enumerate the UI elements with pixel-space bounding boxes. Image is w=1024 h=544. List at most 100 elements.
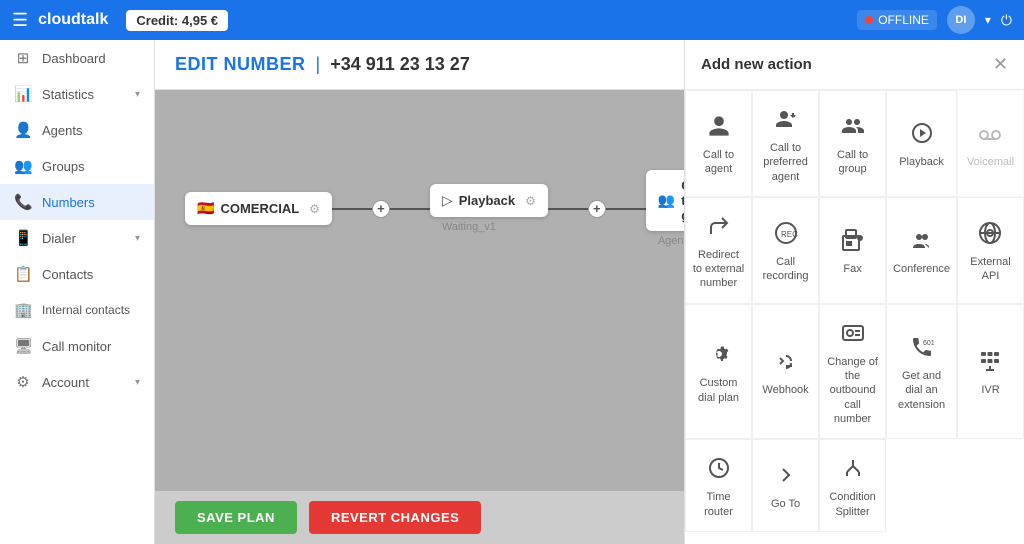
flow-node-playback[interactable]: ▷ Playback ⚙ [430, 184, 548, 217]
fax-icon [837, 224, 869, 256]
action-fax[interactable]: Fax [819, 197, 886, 304]
status-label: OFFLINE [878, 13, 929, 27]
line-2b [606, 208, 646, 210]
api-icon [974, 217, 1006, 249]
action-call-to-agent[interactable]: Call to agent [685, 90, 752, 197]
call-monitor-icon: 🖥 [14, 337, 32, 355]
topbar-right: OFFLINE DI ▾ ⏻ [857, 6, 1012, 34]
action-custom-dial-plan[interactable]: Custom dial plan [685, 304, 752, 439]
revert-changes-button[interactable]: REVERT CHANGES [309, 501, 481, 534]
flow-canvas: 🇪🇸 COMERCIAL ⚙ + ▷ Playback ⚙ [155, 90, 684, 491]
panel-header: Add new action ✕ [685, 40, 1024, 90]
close-icon[interactable]: ✕ [993, 54, 1008, 75]
save-plan-button[interactable]: SAVE PLAN [175, 501, 297, 534]
flow-node-comercial[interactable]: 🇪🇸 COMERCIAL ⚙ [185, 192, 332, 225]
contacts-icon: 📋 [14, 265, 32, 283]
hamburger-icon[interactable]: ☰ [12, 10, 28, 31]
action-webhook[interactable]: Webhook [752, 304, 819, 439]
phone-ext-icon: 601 [906, 331, 938, 363]
sidebar-label-dashboard: Dashboard [42, 51, 106, 66]
action-ivr[interactable]: IVR [957, 304, 1024, 439]
gear-icon-playback[interactable]: ⚙ [525, 194, 536, 208]
flag-icon: 🇪🇸 [197, 200, 214, 217]
action-panel: Add new action ✕ Call to agent Call to p… [684, 40, 1024, 544]
flow-node-call-to-group[interactable]: 👥 Call to group [646, 170, 684, 231]
voicemail-label: Voicemail [967, 155, 1014, 169]
sidebar-item-dashboard[interactable]: ⊞ Dashboard [0, 40, 154, 76]
action-call-recording[interactable]: REC Call recording [752, 197, 819, 304]
fax-label: Fax [843, 262, 861, 276]
action-go-to[interactable]: Go To [752, 439, 819, 532]
sidebar-label-account: Account [42, 375, 89, 390]
page-header: EDIT NUMBER | +34 911 23 13 27 [155, 40, 684, 90]
voicemail-icon [974, 117, 1006, 149]
agents-icon: 👤 [14, 121, 32, 139]
playback-label: Playback [459, 193, 515, 208]
sidebar: ⊞ Dashboard 📊 Statistics ▾ 👤 Agents 👥 Gr… [0, 40, 155, 544]
chevron-down-icon-2: ▾ [135, 233, 140, 244]
condition-splitter-label: Condition Splitter [826, 490, 879, 519]
play-icon: ▷ [442, 192, 453, 209]
contact-card-icon [837, 317, 869, 349]
person-icon [703, 110, 735, 142]
action-playback[interactable]: Playback [886, 90, 957, 197]
status-dot [865, 16, 873, 24]
action-redirect-to-external[interactable]: Redirect to external number [685, 197, 752, 304]
sidebar-item-internal-contacts[interactable]: 🏢 Internal contacts [0, 292, 154, 328]
topbar: ☰ cloudtalk Credit: 4,95 € OFFLINE DI ▾ … [0, 0, 1024, 40]
webhook-label: Webhook [762, 383, 808, 397]
people-icon [837, 110, 869, 142]
go-to-label: Go To [771, 497, 800, 511]
action-change-outbound[interactable]: Change of the outbound call number [819, 304, 886, 439]
numbers-icon: 📞 [14, 193, 32, 211]
gear-icon-action [703, 338, 735, 370]
call-to-agent-label: Call to agent [692, 148, 745, 177]
flow-nodes: 🇪🇸 COMERCIAL ⚙ + ▷ Playback ⚙ [155, 90, 684, 327]
sidebar-item-statistics[interactable]: 📊 Statistics ▾ [0, 76, 154, 112]
dropdown-chevron-icon[interactable]: ▾ [985, 13, 991, 27]
title-divider: | [316, 54, 321, 75]
redirect-external-label: Redirect to external number [692, 248, 745, 291]
external-api-label: External API [964, 255, 1017, 284]
sidebar-item-groups[interactable]: 👥 Groups [0, 148, 154, 184]
sidebar-item-contacts[interactable]: 📋 Contacts [0, 256, 154, 292]
internal-contacts-icon: 🏢 [14, 301, 32, 319]
action-call-to-preferred-agent[interactable]: Call to preferred agent [752, 90, 819, 197]
action-external-api[interactable]: External API [957, 197, 1024, 304]
line-2 [548, 208, 588, 210]
status-badge: OFFLINE [857, 10, 937, 30]
sidebar-item-call-monitor[interactable]: 🖥 Call monitor [0, 328, 154, 364]
webhook-icon [770, 345, 802, 377]
change-outbound-label: Change of the outbound call number [826, 355, 879, 426]
gear-icon-comercial[interactable]: ⚙ [309, 202, 320, 216]
panel-title: Add new action [701, 56, 812, 73]
action-get-and-dial[interactable]: 601 Get and dial an extension [886, 304, 957, 439]
flow-node-call-to-group-wrapper: 👥 Call to group Agents [646, 170, 684, 247]
action-time-router[interactable]: Time router [685, 439, 752, 532]
main-layout: ⊞ Dashboard 📊 Statistics ▾ 👤 Agents 👥 Gr… [0, 40, 1024, 544]
conference-label: Conference [893, 262, 950, 276]
custom-dial-plan-label: Custom dial plan [692, 376, 745, 405]
sidebar-item-agents[interactable]: 👤 Agents [0, 112, 154, 148]
conference-icon [906, 224, 938, 256]
split-icon [837, 452, 869, 484]
credit-badge: Credit: 4,95 € [126, 10, 228, 31]
sidebar-item-dialer[interactable]: 📱 Dialer ▾ [0, 220, 154, 256]
sidebar-label-call-monitor: Call monitor [42, 339, 111, 354]
sidebar-item-account[interactable]: ⚙ Account ▾ [0, 364, 154, 400]
clock-icon [703, 452, 735, 484]
line-1 [332, 208, 372, 210]
sidebar-item-numbers[interactable]: 📞 Numbers [0, 184, 154, 220]
power-icon[interactable]: ⏻ [1001, 12, 1012, 29]
add-action-btn-2[interactable]: + [588, 200, 606, 218]
svg-text:601: 601 [923, 340, 934, 347]
action-voicemail: Voicemail [957, 90, 1024, 197]
action-call-to-group[interactable]: Call to group [819, 90, 886, 197]
comercial-label: COMERCIAL [220, 201, 299, 216]
sidebar-label-contacts: Contacts [42, 267, 93, 282]
action-condition-splitter[interactable]: Condition Splitter [819, 439, 886, 532]
chevron-down-icon-3: ▾ [135, 377, 140, 388]
action-conference[interactable]: Conference [886, 197, 957, 304]
add-action-btn-1[interactable]: + [372, 200, 390, 218]
avatar[interactable]: DI [947, 6, 975, 34]
